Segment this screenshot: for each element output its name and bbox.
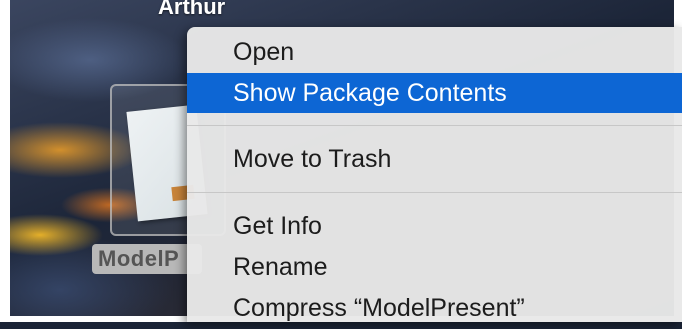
- screenshot-border-left: [0, 0, 10, 322]
- menu-item-rename[interactable]: Rename: [187, 247, 682, 288]
- menu-item-open[interactable]: Open: [187, 32, 682, 73]
- file-name-label[interactable]: ModelP: [98, 246, 179, 272]
- menu-item-show-package-contents[interactable]: Show Package Contents: [187, 73, 682, 113]
- menu-item-get-info[interactable]: Get Info: [187, 206, 682, 247]
- context-menu: Open Show Package Contents Move to Trash…: [187, 27, 682, 322]
- menu-item-compress[interactable]: Compress “ModelPresent”: [187, 288, 682, 329]
- menu-separator: [187, 192, 682, 193]
- desktop-user-label: Arthur: [158, 0, 226, 19]
- menu-separator: [187, 125, 682, 126]
- menu-item-move-to-trash[interactable]: Move to Trash: [187, 139, 682, 180]
